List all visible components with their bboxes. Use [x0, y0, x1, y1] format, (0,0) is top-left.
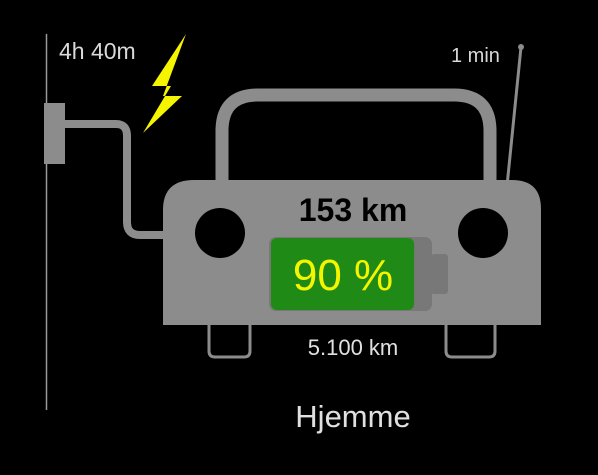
charge-time-remaining: 4h 40m: [59, 38, 136, 64]
battery-terminal: [431, 254, 448, 294]
odometer-reading: 5.100 km: [307, 335, 399, 360]
antenna-tip: [518, 44, 524, 50]
charging-bolt-icon: [143, 34, 186, 133]
battery-percent: 90 %: [292, 251, 394, 300]
range-remaining: 153 km: [298, 192, 408, 228]
car-cabin: [215, 88, 497, 182]
last-update-age: 1 min: [451, 45, 500, 67]
charger-plug-icon: [44, 103, 65, 164]
car-location: Hjemme: [295, 399, 411, 434]
antenna-icon: [505, 46, 523, 187]
car-status-widget: 4h 40m 1 min 153 km 90 % 5.100 km Hjemme: [0, 0, 598, 470]
